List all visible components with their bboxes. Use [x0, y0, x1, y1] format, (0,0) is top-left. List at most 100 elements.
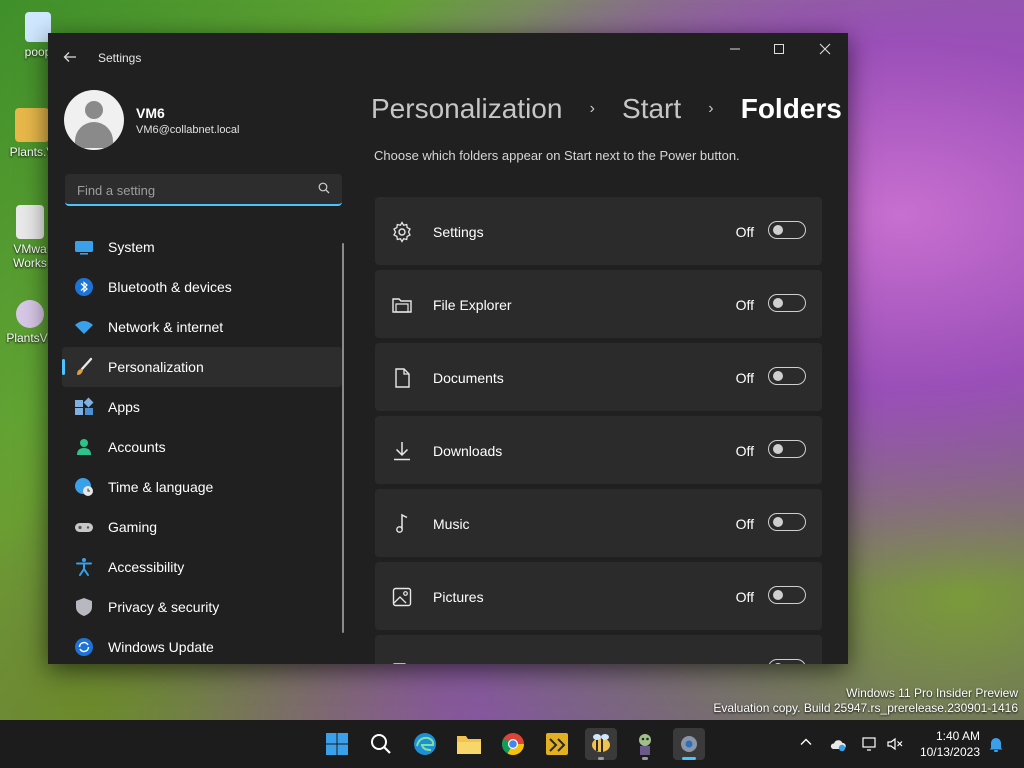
toggle-state: Off [735, 443, 754, 459]
folder-label: Music [433, 516, 470, 532]
window-title: Settings [98, 51, 142, 65]
brush-icon [77, 357, 93, 375]
apps-icon [75, 397, 94, 415]
breadcrumb-separator: › [589, 99, 595, 117]
folder-row-settings: Settings Off [375, 197, 822, 265]
avatar[interactable] [64, 90, 124, 150]
title-bar[interactable]: Settings [48, 33, 848, 81]
sidebar-item-label: Time & language [108, 479, 214, 495]
running-indicator [682, 757, 696, 760]
folder-list: Settings Off File Explorer Off Documents… [375, 197, 822, 664]
taskbar-game-bee[interactable] [585, 728, 617, 760]
sidebar-item-label: System [108, 239, 155, 255]
folder-label: Settings [433, 224, 484, 240]
network-tray-button[interactable] [861, 735, 879, 753]
bell-icon [989, 738, 1003, 752]
sidebar-item-label: Windows Update [108, 639, 214, 655]
music-folder-toggle[interactable] [768, 513, 806, 531]
gear-icon [681, 736, 697, 752]
taskbar-settings[interactable] [673, 728, 705, 760]
clock-date: 10/13/2023 [919, 745, 980, 759]
show-hidden-icons-button[interactable] [797, 735, 815, 753]
start-button[interactable] [321, 728, 353, 760]
person-icon [77, 439, 91, 455]
sidebar-item-system[interactable]: System [62, 227, 342, 267]
search-icon[interactable] [318, 182, 330, 194]
breadcrumb-separator: › [708, 99, 714, 117]
sidebar-scrollbar[interactable] [342, 243, 344, 633]
sidebar-item-label: Accessibility [108, 559, 185, 575]
documents-folder-toggle[interactable] [768, 367, 806, 385]
sidebar-nav: System Bluetooth & devices Network & int… [62, 227, 342, 664]
edge-browser-icon [414, 733, 436, 755]
sidebar-item-label: Network & internet [108, 319, 224, 335]
bluetooth-icon [75, 278, 93, 296]
folder-label: File Explorer [433, 297, 512, 313]
folder-icon [392, 298, 412, 313]
wifi-icon [75, 321, 93, 334]
folder-row-pictures: Pictures Off [375, 562, 822, 630]
partial-folder-toggle[interactable] [768, 659, 806, 664]
folder-label: Downloads [433, 443, 503, 459]
sidebar-item-network[interactable]: Network & internet [62, 307, 342, 347]
notifications-button[interactable] [987, 735, 1005, 753]
gear-icon [393, 221, 411, 243]
settings-folder-toggle[interactable] [768, 221, 806, 239]
sidebar-item-windows-update[interactable]: Windows Update [62, 627, 342, 664]
toggle-state: Off [735, 297, 754, 313]
minimize-button[interactable] [720, 40, 750, 60]
onedrive-tray-button[interactable] [829, 735, 847, 753]
pictures-folder-toggle[interactable] [768, 586, 806, 604]
breadcrumb-start[interactable]: Start [622, 93, 681, 125]
close-button[interactable] [810, 40, 840, 60]
accessibility-icon [76, 558, 92, 576]
search-box[interactable] [65, 174, 342, 206]
shortcut-icon [16, 205, 44, 239]
breadcrumb-personalization[interactable]: Personalization [371, 93, 562, 125]
volume-tray-button[interactable] [886, 735, 904, 753]
sidebar-item-time-language[interactable]: Time & language [62, 467, 342, 507]
avatar-body [75, 122, 113, 148]
sidebar-item-privacy[interactable]: Privacy & security [62, 587, 342, 627]
sidebar-item-accessibility[interactable]: Accessibility [62, 547, 342, 587]
sidebar-item-label: Bluetooth & devices [108, 279, 232, 295]
sidebar-item-gaming[interactable]: Gaming [62, 507, 342, 547]
video-icon [392, 663, 412, 664]
sidebar-item-personalization[interactable]: Personalization [62, 347, 342, 387]
close-icon [819, 43, 831, 55]
sidebar-item-apps[interactable]: Apps [62, 387, 342, 427]
search-icon [371, 734, 391, 754]
page-title: Folders [740, 92, 842, 124]
maximize-button[interactable] [764, 40, 794, 60]
folder-label: Pictures [433, 589, 484, 605]
taskbar-edge[interactable] [409, 728, 441, 760]
music-note-icon [396, 513, 408, 533]
profile-email: VM6@collabnet.local [136, 124, 240, 136]
bee-game-icon [592, 734, 610, 752]
cloud-icon [830, 740, 846, 752]
search-input[interactable] [75, 180, 309, 200]
zombie-game-icon [639, 734, 651, 755]
taskbar-game-zombie[interactable] [629, 728, 661, 760]
vm-app-icon [546, 733, 568, 755]
taskbar-clock[interactable]: 1:40 AM 10/13/2023 [920, 728, 980, 760]
network-monitor-icon [862, 737, 876, 751]
running-indicator [598, 757, 604, 760]
back-button[interactable] [62, 49, 80, 67]
taskbar-search-button[interactable] [365, 728, 397, 760]
file-explorer-folder-toggle[interactable] [768, 294, 806, 312]
desktop-icon-label: PlantsVs [6, 331, 54, 345]
sidebar-item-bluetooth[interactable]: Bluetooth & devices [62, 267, 342, 307]
sidebar-item-accounts[interactable]: Accounts [62, 427, 342, 467]
chevron-up-icon [800, 738, 812, 745]
download-icon [394, 442, 410, 461]
sidebar-item-label: Personalization [108, 359, 204, 375]
arrow-left-icon [63, 52, 76, 62]
taskbar-file-explorer[interactable] [453, 728, 485, 760]
maximize-icon [774, 44, 784, 54]
taskbar-chrome[interactable] [497, 728, 529, 760]
taskbar-vm-app[interactable] [541, 728, 573, 760]
settings-window: Settings VM6 VM6@collabnet.local System … [48, 33, 848, 664]
folder-row-partial [375, 635, 822, 664]
downloads-folder-toggle[interactable] [768, 440, 806, 458]
